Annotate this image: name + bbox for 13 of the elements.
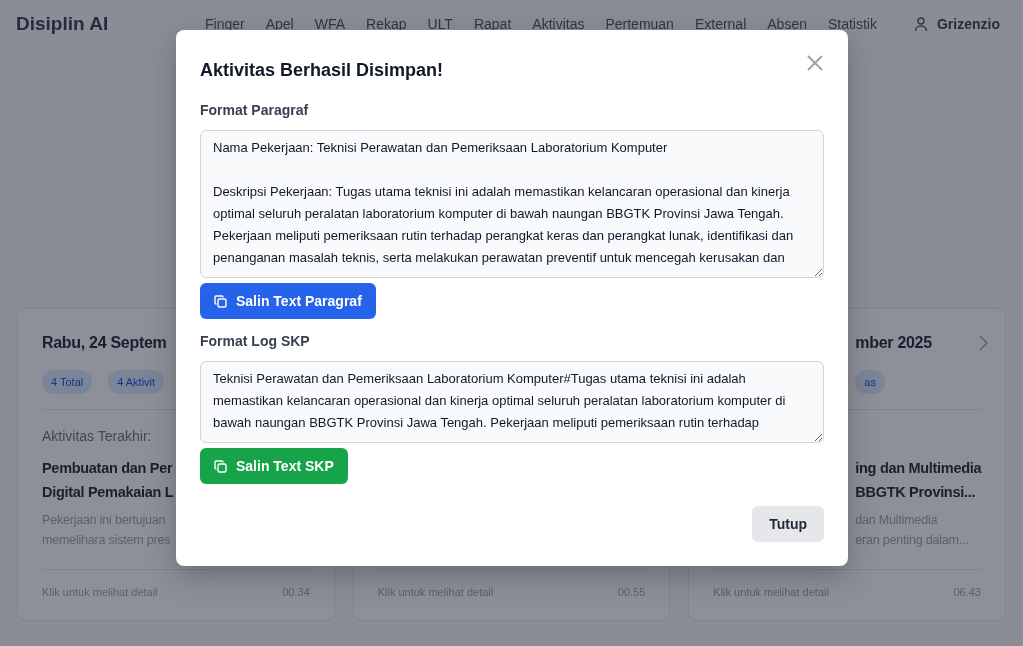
card-date: Rabu, 24 Septem: [42, 333, 167, 353]
recent-label: Aktivitas Terakhir:: [42, 427, 153, 446]
count-badge: as: [855, 369, 885, 395]
activity-title: Digital Pemakaian L: [42, 483, 174, 502]
card-date: mber 2025: [855, 333, 932, 353]
field-label: Format Log SKP: [200, 332, 311, 351]
field-label: Format Paragraf: [200, 101, 310, 120]
activity-title: ing dan Multimedia: [855, 459, 982, 478]
activity-title: BBGTK Provinsi...: [855, 483, 976, 502]
count-badge: 4 Total: [42, 369, 93, 395]
count-badge: 4 Aktivit: [108, 369, 165, 395]
dialog-title: Aktivitas Berhasil Disimpan!: [200, 59, 444, 82]
activity-title: Pembuatan dan Per: [42, 459, 173, 478]
